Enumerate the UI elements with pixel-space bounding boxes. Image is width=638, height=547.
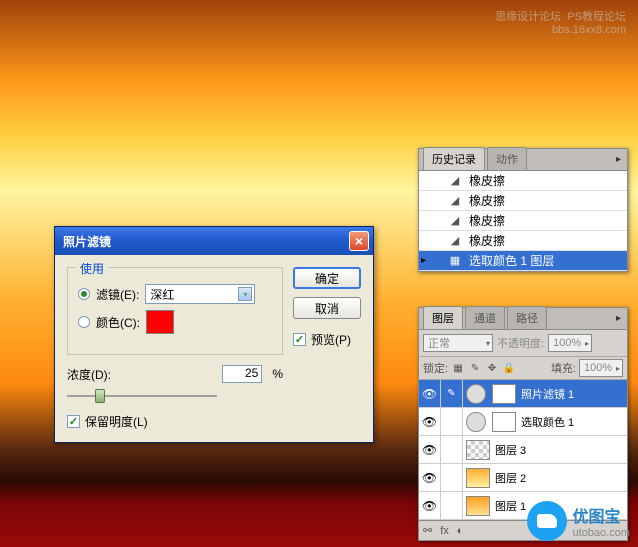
lock-label: 锁定: — [423, 360, 448, 376]
fx-icon[interactable]: fx — [440, 525, 449, 537]
cancel-button[interactable]: 取消 — [293, 297, 361, 319]
photo-filter-dialog: 照片滤镜 × 使用 滤镜(E): 深红 ▾ 颜色(C): — [54, 226, 374, 443]
layer-thumb[interactable] — [466, 440, 490, 460]
layer-row[interactable]: 👁 图层 3 — [419, 436, 627, 464]
visibility-toggle[interactable]: 👁 — [419, 380, 441, 408]
panel-menu-icon[interactable]: ▸ — [616, 154, 621, 165]
use-fieldset: 使用 滤镜(E): 深红 ▾ 颜色(C): — [67, 267, 283, 355]
use-label: 使用 — [76, 260, 108, 277]
opacity-input[interactable]: 100%▸ — [548, 334, 592, 352]
dialog-title: 照片滤镜 — [63, 233, 349, 250]
filter-radio[interactable] — [78, 288, 90, 300]
color-swatch[interactable] — [146, 310, 174, 334]
current-indicator-icon: ▸ — [421, 255, 426, 266]
history-item[interactable]: ◢橡皮擦 — [419, 191, 627, 211]
adjustment-icon — [466, 384, 486, 404]
history-panel: 历史记录 动作 ▸ ◢橡皮擦 ◢橡皮擦 ◢橡皮擦 ◢橡皮擦 ▸▦选取颜色 1 图… — [418, 148, 628, 272]
layer-row[interactable]: 👁 图层 2 — [419, 464, 627, 492]
eraser-icon: ◢ — [447, 174, 463, 188]
tab-layers[interactable]: 图层 — [423, 306, 463, 329]
fill-label: 填充: — [551, 360, 576, 376]
mask-thumb[interactable] — [492, 384, 516, 404]
lock-pixels-icon[interactable]: ✎ — [468, 361, 482, 375]
density-label: 浓度(D): — [67, 366, 111, 383]
opacity-label: 不透明度: — [497, 335, 544, 351]
layer-row[interactable]: 👁✎ 照片滤镜 1 — [419, 380, 627, 408]
filter-combo[interactable]: 深红 ▾ — [145, 284, 255, 304]
eraser-icon: ◢ — [447, 214, 463, 228]
color-radio-label: 颜色(C): — [96, 314, 140, 331]
adjustment-icon — [466, 412, 486, 432]
lock-all-icon[interactable]: 🔒 — [502, 361, 516, 375]
tab-channels[interactable]: 通道 — [465, 306, 505, 329]
layer-row[interactable]: 👁 选取颜色 1 — [419, 408, 627, 436]
color-radio[interactable] — [78, 316, 90, 328]
panel-menu-icon[interactable]: ▸ — [616, 313, 621, 324]
history-list: ◢橡皮擦 ◢橡皮擦 ◢橡皮擦 ◢橡皮擦 ▸▦选取颜色 1 图层 — [419, 171, 627, 271]
preview-checkbox[interactable]: ✓ — [293, 333, 306, 346]
blend-mode-combo[interactable]: 正常▾ — [423, 334, 493, 352]
eraser-icon: ◢ — [447, 234, 463, 248]
ok-button[interactable]: 确定 — [293, 267, 361, 289]
visibility-toggle[interactable]: 👁 — [419, 408, 441, 436]
tab-paths[interactable]: 路径 — [507, 306, 547, 329]
density-unit: % — [272, 367, 283, 381]
preserve-luminosity-checkbox[interactable]: ✓ — [67, 415, 80, 428]
dialog-titlebar[interactable]: 照片滤镜 × — [55, 227, 373, 255]
close-button[interactable]: × — [349, 231, 369, 251]
visibility-toggle[interactable]: 👁 — [419, 492, 441, 520]
density-input[interactable]: 25 — [222, 365, 262, 383]
lock-position-icon[interactable]: ✥ — [485, 361, 499, 375]
visibility-toggle[interactable]: 👁 — [419, 436, 441, 464]
layer-thumb[interactable] — [466, 496, 490, 516]
tab-actions[interactable]: 动作 — [487, 147, 527, 170]
layer-icon: ▦ — [447, 254, 463, 268]
layer-thumb[interactable] — [466, 468, 490, 488]
link-toggle[interactable]: ✎ — [441, 380, 463, 408]
density-slider[interactable] — [67, 387, 217, 405]
filter-radio-label: 滤镜(E): — [96, 286, 139, 303]
history-item[interactable]: ◢橡皮擦 — [419, 231, 627, 251]
slider-thumb[interactable] — [95, 389, 105, 403]
chevron-down-icon[interactable]: ▾ — [238, 287, 252, 301]
tab-history[interactable]: 历史记录 — [423, 147, 485, 170]
preview-label: 预览(P) — [311, 331, 351, 348]
visibility-toggle[interactable]: 👁 — [419, 464, 441, 492]
preserve-luminosity-label: 保留明度(L) — [85, 413, 148, 430]
fill-input[interactable]: 100%▸ — [579, 359, 623, 377]
brand-icon — [527, 501, 567, 541]
watermark-top: 思缘设计论坛 PS教程论坛 bbs.16xx8.com — [495, 8, 626, 36]
link-layers-icon[interactable]: ⚯ — [423, 524, 432, 537]
mask-icon[interactable]: ◐ — [457, 525, 464, 537]
history-item[interactable]: ▸▦选取颜色 1 图层 — [419, 251, 627, 271]
history-item[interactable]: ◢橡皮擦 — [419, 171, 627, 191]
lock-transparency-icon[interactable]: ▦ — [451, 361, 465, 375]
mask-thumb[interactable] — [492, 412, 516, 432]
history-item[interactable]: ◢橡皮擦 — [419, 211, 627, 231]
eraser-icon: ◢ — [447, 194, 463, 208]
watermark-bottom: 优图宝 utobao.com — [527, 501, 630, 541]
